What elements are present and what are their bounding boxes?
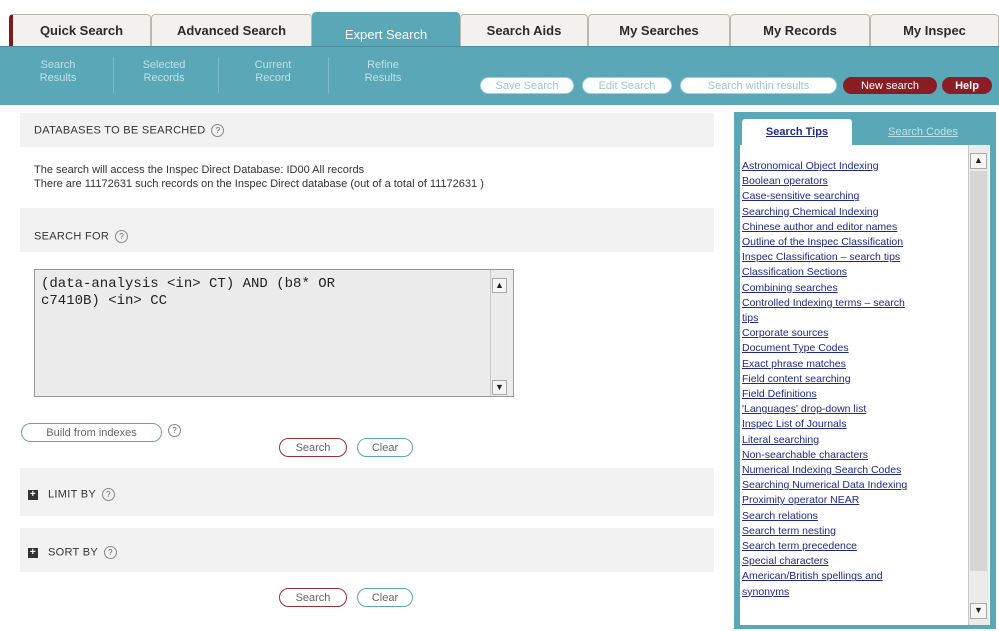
tip-link[interactable]: Search term precedence xyxy=(742,539,962,554)
query-textarea[interactable]: (data-analysis <in> CT) AND (b8* OR c741… xyxy=(34,269,514,397)
tip-link[interactable]: Controlled Indexing terms – search xyxy=(742,296,962,311)
tip-link[interactable]: Inspec Classification – search tips xyxy=(742,250,962,265)
scroll-down-arrow-icon[interactable]: ▼ xyxy=(970,603,987,619)
tip-link[interactable]: Document Type Codes xyxy=(742,341,962,356)
tip-link[interactable]: tips xyxy=(742,311,962,326)
new-search-button[interactable]: New search xyxy=(843,77,937,94)
help-circle-icon[interactable]: ? xyxy=(168,424,181,437)
search-button[interactable]: Search xyxy=(279,438,347,457)
sort-by-heading[interactable]: + SORT BY? xyxy=(28,546,117,559)
tip-link[interactable]: Proximity operator NEAR xyxy=(742,493,962,508)
search-form-panel: DATABASES TO BE SEARCHED? The search wil… xyxy=(8,110,714,630)
tab-quick-search[interactable]: Quick Search xyxy=(9,14,151,46)
limit-by-section-band xyxy=(20,468,714,516)
tip-link[interactable]: Literal searching xyxy=(742,433,962,448)
tip-link[interactable]: Case-sensitive searching xyxy=(742,189,962,204)
plus-box-icon[interactable]: + xyxy=(28,547,38,558)
subnav-label-line1: Selected xyxy=(142,59,186,71)
search-for-heading-text: SEARCH FOR xyxy=(34,230,110,243)
subnav-selected-records[interactable]: Selected Records xyxy=(124,59,204,85)
tab-my-searches[interactable]: My Searches xyxy=(588,14,730,46)
tip-link[interactable]: Corporate sources xyxy=(742,326,962,341)
tip-link[interactable]: Inspec List of Journals xyxy=(742,417,962,432)
databases-heading: DATABASES TO BE SEARCHED? xyxy=(34,124,225,137)
scroll-thumb[interactable] xyxy=(970,171,987,571)
tab-advanced-search[interactable]: Advanced Search xyxy=(151,14,312,46)
tip-link[interactable]: American/British spellings and xyxy=(742,569,962,584)
tip-link[interactable]: Exact phrase matches xyxy=(742,357,962,372)
subnav-label-line1: Current xyxy=(254,59,292,71)
help-circle-icon[interactable]: ? xyxy=(104,546,117,559)
tip-link[interactable]: Search relations xyxy=(742,509,962,524)
tab-my-inspec[interactable]: My Inspec xyxy=(870,14,999,46)
tip-link[interactable]: Field Definitions xyxy=(742,387,962,402)
tip-link[interactable]: Classification Sections xyxy=(742,265,962,280)
tip-link[interactable]: synonyms xyxy=(742,585,962,600)
help-circle-icon[interactable]: ? xyxy=(115,230,129,243)
databases-heading-text: DATABASES TO BE SEARCHED xyxy=(34,124,206,137)
tab-my-records[interactable]: My Records xyxy=(730,14,870,46)
search-tips-list: Astronomical Object Indexing Boolean ope… xyxy=(742,159,962,600)
clear-button[interactable]: Clear xyxy=(357,438,413,457)
database-count-line: There are 11172631 such records on the I… xyxy=(34,178,484,190)
tip-link[interactable]: Searching Chemical Indexing xyxy=(742,205,962,220)
bottom-clear-button[interactable]: Clear xyxy=(357,588,413,607)
subnav-label-line2: Results xyxy=(39,72,77,84)
tip-link[interactable]: Numerical Indexing Search Codes xyxy=(742,463,962,478)
help-circle-icon[interactable]: ? xyxy=(211,124,225,137)
limit-by-heading[interactable]: + LIMIT BY? xyxy=(28,488,116,501)
tip-link[interactable]: Non-searchable characters xyxy=(742,448,962,463)
search-for-heading: SEARCH FOR? xyxy=(34,230,129,243)
tip-link[interactable]: Outline of the Inspec Classification xyxy=(742,235,962,250)
subnav-separator xyxy=(328,57,329,93)
sort-by-section-band xyxy=(20,528,714,572)
scroll-up-arrow-icon[interactable]: ▲ xyxy=(492,278,507,293)
tip-link[interactable]: Boolean operators xyxy=(742,174,962,189)
edit-search-button[interactable]: Edit Search xyxy=(582,77,672,94)
sub-navigation-bar: Search Results Selected Records Current … xyxy=(0,46,999,105)
tip-link[interactable]: Chinese author and editor names xyxy=(742,220,962,235)
tip-link[interactable]: Combining searches xyxy=(742,281,962,296)
subnav-refine-results[interactable]: Refine Results xyxy=(343,59,423,85)
subnav-separator xyxy=(218,57,219,93)
tip-link[interactable]: Astronomical Object Indexing xyxy=(742,159,962,174)
tip-link[interactable]: Field content searching xyxy=(742,372,962,387)
subnav-label-line2: Records xyxy=(143,72,185,84)
scroll-down-arrow-icon[interactable]: ▼ xyxy=(492,380,507,395)
tab-search-tips[interactable]: Search Tips xyxy=(742,119,852,145)
search-tips-panel: Search Tips Search Codes Astronomical Ob… xyxy=(734,112,996,629)
tips-scrollbar[interactable]: ▲ ▼ xyxy=(968,145,989,625)
plus-box-icon[interactable]: + xyxy=(28,489,38,500)
subnav-search-results[interactable]: Search Results xyxy=(18,59,98,85)
scroll-up-arrow-icon[interactable]: ▲ xyxy=(970,153,987,169)
search-within-results-button[interactable]: Search within results xyxy=(680,77,837,94)
bottom-search-button[interactable]: Search xyxy=(279,588,347,607)
subnav-label-line2: Results xyxy=(364,72,402,84)
build-from-indexes-button[interactable]: Build from indexes xyxy=(21,423,162,442)
tip-link[interactable]: Search term nesting xyxy=(742,524,962,539)
subnav-label-line1: Search xyxy=(40,59,76,71)
database-info-line: The search will access the Inspec Direct… xyxy=(34,164,365,176)
sort-by-heading-text: SORT BY xyxy=(48,546,98,559)
subnav-current-record[interactable]: Current Record xyxy=(233,59,313,85)
tip-link[interactable]: Searching Numerical Data Indexing xyxy=(742,478,962,493)
subnav-separator xyxy=(113,57,114,93)
help-circle-icon[interactable]: ? xyxy=(102,488,116,501)
query-scrollbar[interactable]: ▲ ▼ xyxy=(490,270,508,396)
tab-search-codes[interactable]: Search Codes xyxy=(860,119,986,145)
tip-link[interactable]: Special characters xyxy=(742,554,962,569)
save-search-button[interactable]: Save Search xyxy=(480,77,574,94)
tab-search-aids[interactable]: Search Aids xyxy=(460,14,588,46)
subnav-label-line2: Record xyxy=(255,72,291,84)
tip-link[interactable]: 'Languages' drop-down list xyxy=(742,402,962,417)
query-text[interactable]: (data-analysis <in> CT) AND (b8* OR c741… xyxy=(41,276,481,310)
limit-by-heading-text: LIMIT BY xyxy=(48,488,97,501)
help-button[interactable]: Help xyxy=(942,77,992,94)
search-tips-list-box: Astronomical Object Indexing Boolean ope… xyxy=(740,145,990,625)
subnav-label-line1: Refine xyxy=(367,59,399,71)
